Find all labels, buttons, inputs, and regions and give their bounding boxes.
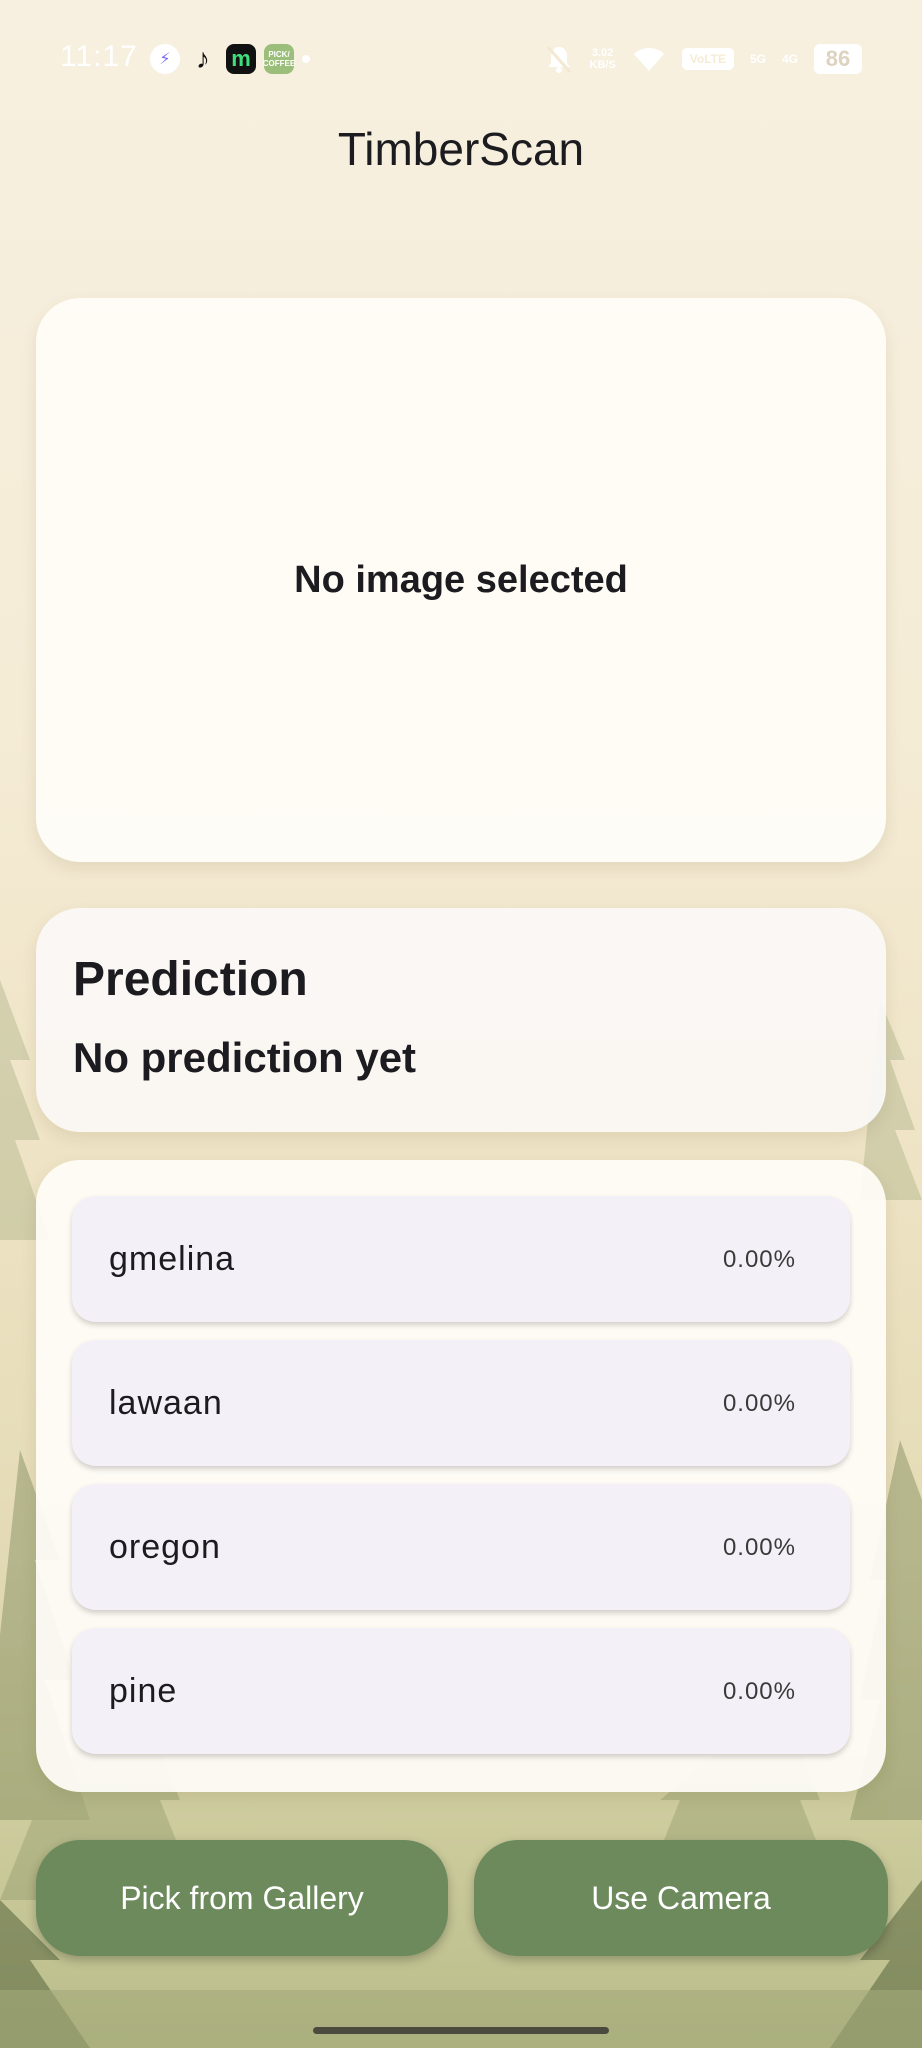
class-score: 0.00% (722, 1390, 796, 1417)
list-item-gmelina[interactable]: gmelina 0.00% (72, 1196, 850, 1322)
status-bar: 11:17 ⚡ ♪ m PICK/ COFFEE 3.02 KB/S VoLTE… (0, 0, 922, 118)
list-item-oregon[interactable]: oregon 0.00% (72, 1484, 850, 1610)
pick-from-gallery-button[interactable]: Pick from Gallery (36, 1840, 448, 1956)
notification-icons: ⚡ ♪ m PICK/ COFFEE (150, 43, 310, 74)
class-score: 0.00% (722, 1246, 796, 1273)
battery-icon: 86 (814, 44, 862, 74)
messenger-icon: ⚡ (150, 44, 180, 74)
class-name: oregon (109, 1528, 221, 1566)
prediction-result: No prediction yet (73, 1034, 417, 1081)
class-name: gmelina (109, 1240, 236, 1278)
system-icons: 3.02 KB/S VoLTE 5G 4G 86 (545, 44, 862, 74)
m-app-icon: m (226, 44, 256, 74)
use-camera-button[interactable]: Use Camera (474, 1840, 888, 1956)
class-score: 0.00% (722, 1678, 796, 1705)
status-time: 11:17 (60, 40, 138, 73)
class-name: lawaan (109, 1384, 223, 1422)
class-score: 0.00% (722, 1534, 796, 1561)
more-notifications-dot-icon (302, 55, 310, 63)
class-name: pine (109, 1672, 178, 1710)
volte-badge: VoLTE (681, 48, 734, 70)
image-placeholder-text: No image selected (294, 558, 628, 601)
signal-5g-icon: 5G (749, 52, 766, 66)
network-speed: 3.02 KB/S (589, 47, 616, 71)
prediction-card: Prediction No prediction yet (36, 908, 886, 1132)
list-item-pine[interactable]: pine 0.00% (72, 1628, 850, 1754)
pick-coffee-icon: PICK/ COFFEE (263, 44, 295, 74)
mute-bell-icon (547, 46, 572, 73)
class-probabilities-list[interactable]: gmelina 0.00% lawaan 0.00% oregon 0.00% … (36, 1160, 886, 1792)
app-title: TimberScan (337, 123, 585, 175)
list-item-lawaan[interactable]: lawaan 0.00% (72, 1340, 850, 1466)
prediction-heading: Prediction (73, 953, 308, 1006)
home-indicator[interactable] (313, 2027, 609, 2034)
image-preview-card: No image selected (36, 298, 886, 862)
wifi-icon (633, 48, 664, 71)
tiktok-icon: ♪ (196, 43, 210, 74)
signal-4g-icon: 4G (781, 52, 798, 66)
